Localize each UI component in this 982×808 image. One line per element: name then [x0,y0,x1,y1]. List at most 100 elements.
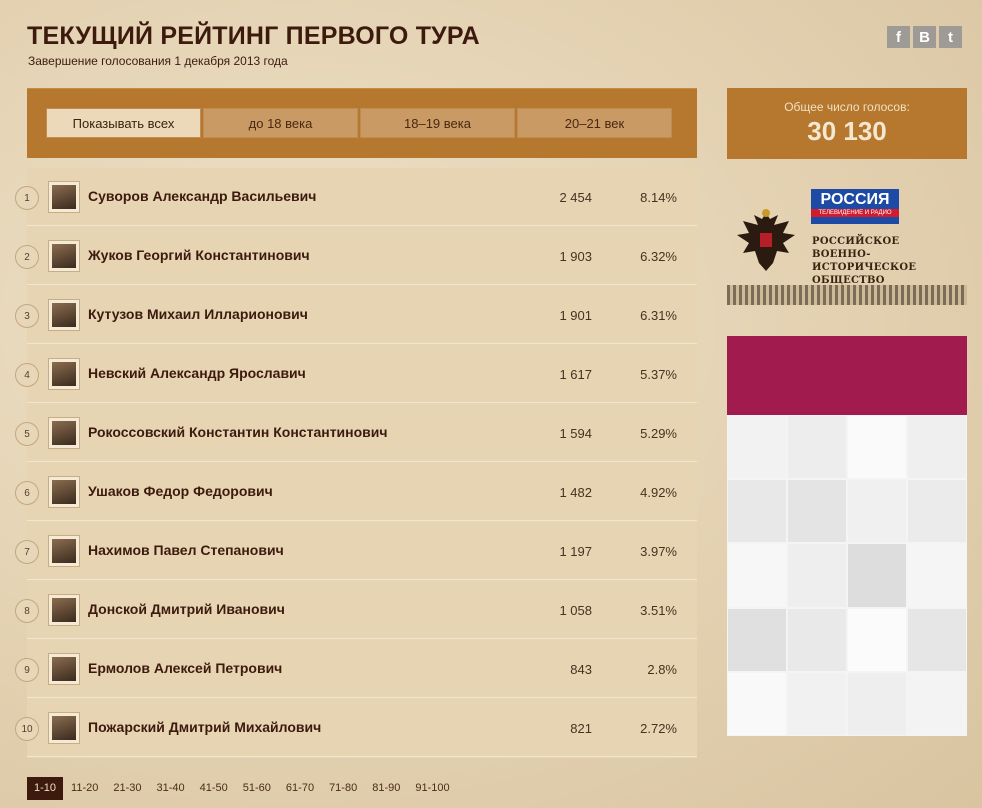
banner-tile [787,607,847,672]
candidate-name[interactable]: Донской Дмитрий Иванович [88,601,285,617]
candidate-name[interactable]: Ушаков Федор Федорович [88,483,273,499]
vote-count: 1 901 [559,308,592,323]
vote-count: 2 454 [559,190,592,205]
portrait-image [52,539,76,563]
portrait-thumbnail[interactable] [48,535,80,567]
portrait-thumbnail[interactable] [48,299,80,331]
vote-percent: 5.29% [640,426,677,441]
vk-icon[interactable]: B [913,26,936,48]
ranking-list: 1 Суворов Александр Васильевич 2 454 8.14% 2… [15,168,697,758]
page-link[interactable]: 81-90 [365,777,407,800]
portrait-image [52,480,76,504]
rossiya-logo-sub: ТЕЛЕВИДЕНИЕ И РАДИО [811,209,899,217]
candidate-name[interactable]: Пожарский Дмитрий Михайлович [88,719,321,735]
rank-number: 1 [15,186,39,210]
page-link[interactable]: 21-30 [106,777,148,800]
rank-number: 9 [15,658,39,682]
table-row[interactable]: 2 Жуков Георгий Константинович 1 903 6.32% [15,227,697,285]
tab-before-18c[interactable]: до 18 века [203,108,358,138]
candidate-name[interactable]: Кутузов Михаил Илларионович [88,306,308,322]
page-link[interactable]: 61-70 [279,777,321,800]
portrait-thumbnail[interactable] [48,653,80,685]
twitter-icon[interactable]: t [939,26,962,48]
ornament-divider [727,285,967,305]
vote-count: 1 617 [559,367,592,382]
table-row[interactable]: 8 Донской Дмитрий Иванович 1 058 3.51% [15,581,697,639]
candidate-name[interactable]: Невский Александр Ярославич [88,365,306,381]
page-link[interactable]: 91-100 [408,777,456,800]
social-share: f B t [887,26,962,48]
portrait-thumbnail[interactable] [48,358,80,390]
pagination: 1-10 11-20 21-30 31-40 41-50 51-60 61-70 71-80 8… [27,777,457,800]
rank-number: 7 [15,540,39,564]
banner-tile [907,543,967,608]
portrait-image [52,421,76,445]
total-votes-label: Общее число голосов: [784,100,910,114]
ad-banner[interactable] [727,336,967,736]
portrait-thumbnail[interactable] [48,240,80,272]
vote-percent: 3.97% [640,544,677,559]
tab-18-19c[interactable]: 18–19 века [360,108,515,138]
page-link[interactable]: 71-80 [322,777,364,800]
rossiya-logo[interactable]: РОССИЯ ТЕЛЕВИДЕНИЕ И РАДИО [811,189,899,224]
portrait-image [52,244,76,268]
table-row[interactable]: 6 Ушаков Федор Федорович 1 482 4.92% [15,463,697,521]
vote-percent: 4.92% [640,485,677,500]
page-link[interactable]: 1-10 [27,777,64,800]
page-title: ТЕКУЩИЙ РЕЙТИНГ ПЕРВОГО ТУРА [27,22,480,50]
portrait-thumbnail[interactable] [48,712,80,744]
candidate-name[interactable]: Рокоссовский Константин Константинович [88,424,388,440]
portrait-image [52,303,76,327]
portrait-thumbnail[interactable] [48,417,80,449]
banner-tile [907,607,967,672]
total-votes-box: Общее число голосов: 30 130 [727,88,967,159]
table-row[interactable]: 1 Суворов Александр Васильевич 2 454 8.14% [15,168,697,226]
page-link[interactable]: 51-60 [236,777,278,800]
banner-tile [847,607,907,672]
table-row[interactable]: 3 Кутузов Михаил Илларионович 1 901 6.31% [15,286,697,344]
portrait-image [52,362,76,386]
banner-tile [847,543,907,608]
tab-show-all[interactable]: Показывать всех [46,108,201,138]
rvio-line-1: РОССИЙСКОЕ [812,236,900,247]
portrait-image [52,657,76,681]
portrait-thumbnail[interactable] [48,594,80,626]
banner-tile [907,415,967,480]
candidate-name[interactable]: Жуков Георгий Константинович [88,247,310,263]
portrait-thumbnail[interactable] [48,476,80,508]
vote-count: 1 594 [559,426,592,441]
vote-percent: 6.32% [640,249,677,264]
banner-tile [787,479,847,544]
table-row[interactable]: 7 Нахимов Павел Степанович 1 197 3.97% [15,522,697,580]
banner-tile [787,671,847,736]
banner-tile [787,543,847,608]
table-row[interactable]: 10 Пожарский Дмитрий Михайлович 821 2.72% [15,699,697,757]
banner-tile [727,607,787,672]
banner-tile [727,543,787,608]
table-row[interactable]: 5 Рокоссовский Константин Константинович 1… [15,404,697,462]
facebook-icon[interactable]: f [887,26,910,48]
rvio-logo[interactable]: РОССИЙСКОЕ ВОЕННО-ИСТОРИЧЕСКОЕ ОБЩЕСТВО [812,235,972,287]
rank-number: 4 [15,363,39,387]
portrait-thumbnail[interactable] [48,181,80,213]
candidate-name[interactable]: Нахимов Павел Степанович [88,542,284,558]
rank-number: 5 [15,422,39,446]
page-link[interactable]: 31-40 [150,777,192,800]
candidate-name[interactable]: Суворов Александр Васильевич [88,188,316,204]
table-row[interactable]: 9 Ермолов Алексей Петрович 843 2.8% [15,640,697,698]
tab-20-21c[interactable]: 20–21 век [517,108,672,138]
page-link[interactable]: 41-50 [193,777,235,800]
rank-number: 6 [15,481,39,505]
page-link[interactable]: 11-20 [64,777,105,800]
vote-percent: 3.51% [640,603,677,618]
banner-tile [907,479,967,544]
table-row[interactable]: 4 Невский Александр Ярославич 1 617 5.37% [15,345,697,403]
rank-number: 8 [15,599,39,623]
rossiya-logo-title: РОССИЯ [820,191,890,208]
vote-percent: 2.8% [647,662,677,677]
banner-tile [907,671,967,736]
vote-percent: 8.14% [640,190,677,205]
vote-count: 821 [570,721,592,736]
candidate-name[interactable]: Ермолов Алексей Петрович [88,660,282,676]
vote-percent: 6.31% [640,308,677,323]
